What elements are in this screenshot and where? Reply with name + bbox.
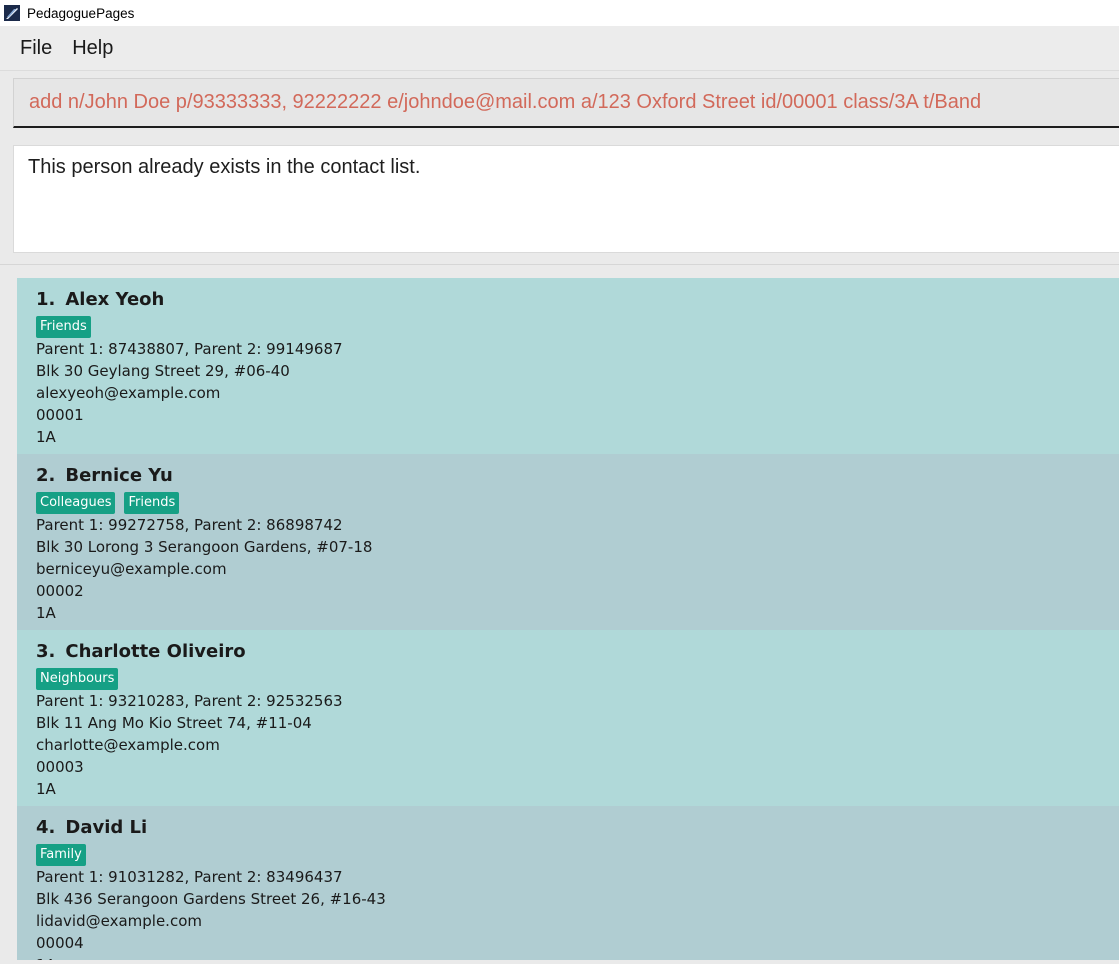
tag-badge: Friends	[124, 492, 180, 514]
person-card[interactable]: 3. Charlotte Oliveiro Neighbours Parent 1…	[17, 630, 1119, 806]
person-address: Blk 30 Geylang Street 29, #06-40	[36, 362, 290, 380]
person-class: 1A	[36, 780, 56, 798]
tag-row: Friends	[36, 316, 1119, 338]
menu-file[interactable]: File	[10, 37, 62, 60]
person-class: 1A	[36, 954, 1119, 960]
person-card[interactable]: 4. David Li Family Parent 1: 91031282, Pa…	[17, 806, 1119, 960]
command-box	[13, 78, 1119, 128]
tag-row: Family	[36, 844, 1119, 866]
person-header: 2. Bernice Yu	[36, 464, 1119, 488]
person-address: Blk 436 Serangoon Gardens Street 26, #16…	[36, 890, 386, 908]
person-phones: Parent 1: 93210283, Parent 2: 92532563	[36, 692, 343, 710]
person-header: 4. David Li	[36, 816, 1119, 840]
person-email: charlotte@example.com	[36, 736, 220, 754]
person-card[interactable]: 1. Alex Yeoh Friends Parent 1: 87438807, …	[17, 278, 1119, 454]
menu-bar: File Help	[0, 26, 1119, 71]
person-name: Alex Yeoh	[65, 289, 165, 310]
person-class: 1A	[36, 604, 56, 622]
app-logo-icon	[4, 5, 20, 21]
person-class: 1A	[36, 428, 56, 446]
person-header: 3. Charlotte Oliveiro	[36, 640, 1119, 664]
app-window: PedagoguePages File Help This person alr…	[0, 0, 1119, 964]
result-display: This person already exists in the contac…	[13, 145, 1119, 253]
panel-divider	[0, 264, 1119, 265]
person-card[interactable]: 2. Bernice Yu Colleagues Friends Parent 1…	[17, 454, 1119, 630]
person-email: alexyeoh@example.com	[36, 384, 221, 402]
person-index: 3.	[36, 641, 56, 662]
tag-row: Neighbours	[36, 668, 1119, 690]
person-address: Blk 11 Ang Mo Kio Street 74, #11-04	[36, 714, 312, 732]
person-phones: Parent 1: 99272758, Parent 2: 86898742	[36, 516, 343, 534]
person-name: Charlotte Oliveiro	[65, 641, 246, 662]
person-id: 00002	[36, 582, 84, 600]
person-list[interactable]: 1. Alex Yeoh Friends Parent 1: 87438807, …	[17, 278, 1119, 960]
title-bar: PedagoguePages	[0, 0, 1119, 26]
tag-badge: Neighbours	[36, 668, 119, 690]
person-index: 4.	[36, 817, 56, 838]
result-message: This person already exists in the contac…	[28, 156, 421, 178]
command-input[interactable]	[14, 79, 1119, 126]
person-phones: Parent 1: 87438807, Parent 2: 99149687	[36, 340, 343, 358]
person-id: 00001	[36, 406, 84, 424]
person-email: berniceyu@example.com	[36, 560, 227, 578]
tag-badge: Colleagues	[36, 492, 116, 514]
person-name: David Li	[65, 817, 148, 838]
person-index: 1.	[36, 289, 56, 310]
person-name: Bernice Yu	[65, 465, 173, 486]
person-email: lidavid@example.com	[36, 912, 202, 930]
person-index: 2.	[36, 465, 56, 486]
menu-help[interactable]: Help	[62, 37, 123, 60]
tag-row: Colleagues Friends	[36, 492, 1119, 514]
person-id: 00003	[36, 758, 84, 776]
person-id: 00004	[36, 934, 84, 952]
tag-badge: Friends	[36, 316, 91, 338]
person-phones: Parent 1: 91031282, Parent 2: 83496437	[36, 868, 343, 886]
person-header: 1. Alex Yeoh	[36, 288, 1119, 312]
tag-badge: Family	[36, 844, 86, 866]
person-address: Blk 30 Lorong 3 Serangoon Gardens, #07-1…	[36, 538, 373, 556]
window-title: PedagoguePages	[27, 5, 135, 21]
